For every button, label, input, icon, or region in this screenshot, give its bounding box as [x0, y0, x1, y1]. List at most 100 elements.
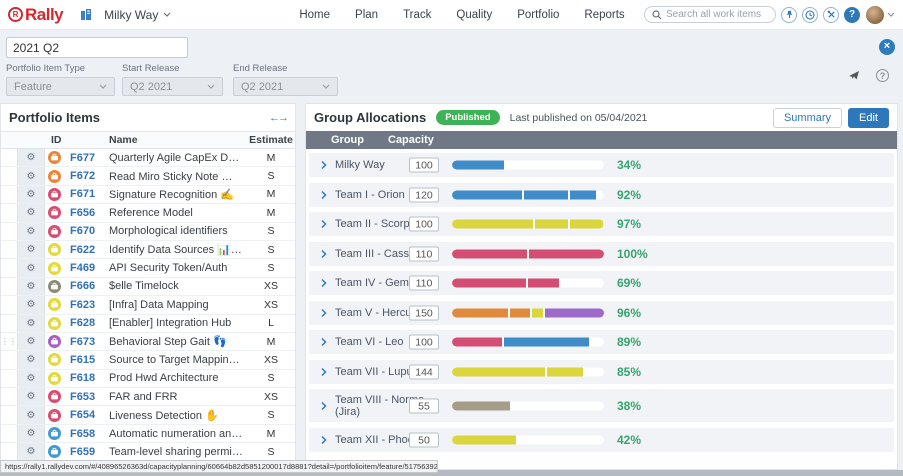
portfolio-row[interactable]: ⚙F656Reference ModelM [1, 204, 295, 222]
portfolio-row[interactable]: ⚙F670Morphological identifiersS [1, 223, 295, 241]
feature-id-link[interactable]: F672 [63, 170, 109, 182]
portfolio-row[interactable]: ⚙ F677Quarterly Agile CapEx Data Export 💰… [1, 149, 295, 167]
expand-panel-icon[interactable]: ←→ [269, 112, 287, 124]
history-icon[interactable] [802, 7, 818, 23]
feature-id-link[interactable]: F615 [63, 354, 109, 366]
portfolio-row[interactable]: ⚙F672Read Miro Sticky Note 📝🧰S [1, 167, 295, 185]
gear-icon[interactable]: ⚙ [17, 167, 45, 184]
gear-icon[interactable]: ⚙ [17, 241, 45, 258]
portfolio-row[interactable]: ⚙F666$elle TimelockXS [1, 278, 295, 296]
feature-id-link[interactable]: F653 [63, 391, 109, 403]
edit-button[interactable]: Edit [848, 108, 889, 128]
feature-id-link[interactable]: F673 [63, 336, 109, 348]
gear-icon[interactable]: ⚙ [17, 333, 45, 350]
global-search[interactable] [644, 6, 776, 23]
project-picker[interactable]: Milky Way [104, 8, 171, 22]
share-icon[interactable] [848, 70, 860, 81]
portfolio-row[interactable]: ⚙F623[Infra] Data MappingXS [1, 296, 295, 314]
expand-row-chevron-icon[interactable] [321, 308, 327, 317]
portfolio-row[interactable]: ⋮⋮⚙F673Behavioral Step Gait 👣M [1, 333, 295, 351]
gear-icon[interactable]: ⚙ [17, 425, 45, 442]
nav-home[interactable]: Home [299, 9, 330, 21]
user-menu-chevron-icon[interactable] [887, 12, 895, 17]
portfolio-row[interactable]: ⚙F618Prod Hwd ArchitectureS [1, 370, 295, 388]
feature-id-link[interactable]: F622 [63, 244, 109, 256]
workspace-icon[interactable] [79, 7, 94, 22]
nav-reports[interactable]: Reports [584, 9, 624, 21]
gear-icon[interactable]: ⚙ [17, 223, 45, 240]
nav-quality[interactable]: Quality [456, 9, 492, 21]
feature-name: Quarterly Agile CapEx Data Export 💰 [109, 151, 247, 164]
end-release-select[interactable]: Q2 2021 [233, 77, 338, 96]
feature-id-link[interactable]: F659 [63, 446, 109, 458]
feature-id-link[interactable]: F658 [63, 428, 109, 440]
gear-icon[interactable]: ⚙ [17, 443, 45, 460]
capacity-input[interactable]: 110 [409, 276, 439, 291]
expand-row-chevron-icon[interactable] [321, 220, 327, 229]
expand-row-chevron-icon[interactable] [321, 367, 327, 376]
portfolio-row[interactable]: ⚙F469API Security Token/AuthS [1, 259, 295, 277]
expand-row-chevron-icon[interactable] [321, 161, 327, 170]
gear-icon[interactable]: ⚙ [17, 351, 45, 368]
gear-icon[interactable]: ⚙ [17, 370, 45, 387]
tools-icon[interactable] [823, 7, 839, 23]
capacity-input[interactable]: 144 [409, 364, 439, 379]
capacity-input[interactable]: 55 [409, 398, 439, 413]
portfolio-row[interactable]: ⚙F615Source to Target Mapping Spec 🧩XS [1, 351, 295, 369]
search-input[interactable] [666, 9, 766, 20]
nav-track[interactable]: Track [403, 9, 431, 21]
expand-row-chevron-icon[interactable] [321, 338, 327, 347]
gear-icon[interactable]: ⚙ [17, 315, 45, 332]
summary-button[interactable]: Summary [773, 108, 842, 128]
context-help-icon[interactable]: ? [876, 69, 889, 82]
gear-icon[interactable]: ⚙ [17, 204, 45, 221]
pin-icon[interactable] [781, 7, 797, 23]
portfolio-row[interactable]: ⚙F653FAR and FRRXS [1, 388, 295, 406]
gear-icon[interactable]: ⚙ [17, 296, 45, 313]
feature-id-link[interactable]: F623 [63, 299, 109, 311]
feature-id-link[interactable]: F618 [63, 372, 109, 384]
portfolio-row[interactable]: ⚙F671Signature Recognition ✍️M [1, 186, 295, 204]
expand-row-chevron-icon[interactable] [321, 190, 327, 199]
feature-id-link[interactable]: F628 [63, 317, 109, 329]
user-avatar[interactable] [866, 6, 884, 24]
gear-icon[interactable]: ⚙ [17, 259, 45, 276]
nav-plan[interactable]: Plan [355, 9, 378, 21]
drag-handle-icon[interactable]: ⋮⋮ [1, 338, 17, 345]
expand-row-chevron-icon[interactable] [321, 401, 327, 410]
capacity-input[interactable]: 150 [409, 305, 439, 320]
portfolio-row[interactable]: ⚙F628[Enabler] Integration HubL [1, 315, 295, 333]
portfolio-row[interactable]: ⚙F622Identify Data Sources 📊💾S [1, 241, 295, 259]
feature-id-link[interactable]: F656 [63, 207, 109, 219]
close-icon[interactable]: × [879, 39, 895, 55]
start-release-select[interactable]: Q2 2021 [122, 77, 223, 96]
capacity-input[interactable]: 100 [409, 335, 439, 350]
feature-id-link[interactable]: F469 [63, 262, 109, 274]
portfolio-row[interactable]: ⚙F659Team-level sharing permissionsS [1, 443, 295, 461]
expand-row-chevron-icon[interactable] [321, 249, 327, 258]
portfolio-row[interactable]: ⚙F654Liveness Detection ✋S [1, 406, 295, 424]
feature-id-link[interactable]: F670 [63, 225, 109, 237]
gear-icon[interactable]: ⚙ [17, 406, 45, 423]
portfolio-row[interactable]: ⚙F658Automatic numeration and frame r...… [1, 425, 295, 443]
capacity-input[interactable]: 100 [409, 158, 439, 173]
plan-name-input[interactable] [6, 37, 188, 58]
nav-portfolio[interactable]: Portfolio [517, 9, 559, 21]
help-icon[interactable]: ? [844, 7, 860, 23]
feature-id-link[interactable]: F666 [63, 280, 109, 292]
gear-icon[interactable]: ⚙ [17, 278, 45, 295]
gear-icon[interactable]: ⚙ [17, 186, 45, 203]
feature-id-link[interactable]: F677 [63, 152, 109, 164]
expand-row-chevron-icon[interactable] [321, 279, 327, 288]
capacity-input[interactable]: 120 [409, 187, 439, 202]
expand-row-chevron-icon[interactable] [321, 435, 327, 444]
capacity-input[interactable]: 50 [409, 432, 439, 447]
capacity-input[interactable]: 100 [409, 217, 439, 232]
feature-estimate: S [247, 170, 295, 182]
capacity-input[interactable]: 110 [409, 246, 439, 261]
feature-id-link[interactable]: F671 [63, 188, 109, 200]
gear-icon[interactable]: ⚙ [17, 388, 45, 405]
feature-id-link[interactable]: F654 [63, 409, 109, 421]
portfolio-item-type-select[interactable]: Feature [6, 77, 115, 96]
gear-icon[interactable]: ⚙ [17, 149, 45, 166]
